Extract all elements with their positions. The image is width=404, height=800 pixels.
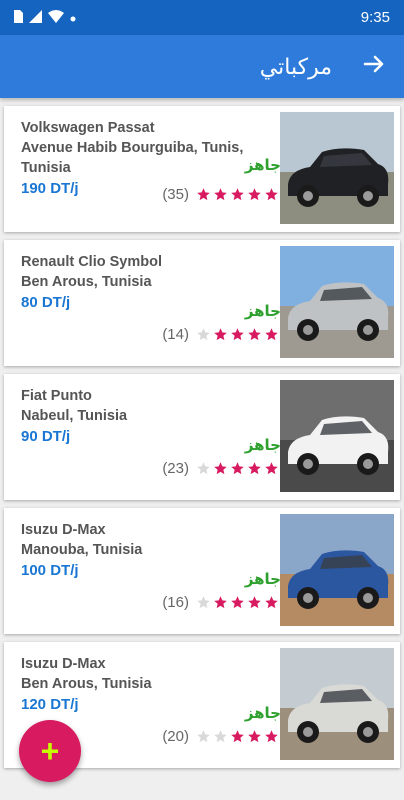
star-icon [196, 729, 211, 744]
review-count: (20) [162, 728, 189, 745]
availability-status: جاهز [244, 437, 281, 454]
review-count: (35) [162, 186, 189, 203]
star-icon [264, 327, 279, 342]
car-location: Manouba, Tunisia [21, 542, 143, 558]
car-location: Ben Arous, Tunisia [21, 274, 152, 290]
arrow-right-icon[interactable] [362, 52, 386, 81]
car-card[interactable]: Renault Clio Symbol Ben Arous, Tunisia 80 … [4, 240, 400, 366]
star-icon [247, 729, 262, 744]
review-count: (23) [162, 460, 189, 477]
star-icon [230, 595, 245, 610]
star-icon [196, 595, 211, 610]
page-title: مركباتي [259, 53, 332, 79]
car-card[interactable]: Volkswagen Passat Avenue Habib Bourguiba,… [4, 106, 400, 232]
rating: (16) [162, 594, 279, 611]
star-icon [264, 187, 279, 202]
review-count: (16) [162, 594, 189, 611]
car-price: 120 DT/j [21, 696, 79, 713]
star-icon [230, 461, 245, 476]
car-photo[interactable] [280, 380, 394, 492]
car-price: 100 DT/j [21, 562, 79, 579]
signal-icon [29, 9, 42, 26]
availability-status: جاهز [244, 705, 281, 722]
star-icon [213, 327, 228, 342]
add-car-button[interactable]: + [19, 720, 81, 782]
star-icon [213, 595, 228, 610]
star-icon [196, 187, 211, 202]
availability-status: جاهز [244, 303, 281, 320]
star-icon [230, 187, 245, 202]
availability-status: جاهز [244, 571, 281, 588]
notification-dot-icon [70, 10, 76, 25]
review-count: (14) [162, 326, 189, 343]
car-photo[interactable] [280, 246, 394, 358]
car-price: 90 DT/j [21, 428, 71, 445]
star-icon [213, 461, 228, 476]
car-card[interactable]: Isuzu D-Max Manouba, Tunisia 100 DT/j جاهز (… [4, 508, 400, 634]
car-photo[interactable] [280, 514, 394, 626]
sim-icon [14, 9, 23, 26]
car-card[interactable]: Fiat Punto Nabeul, Tunisia 90 DT/j جاهز (23) [4, 374, 400, 500]
rating: (23) [162, 460, 279, 477]
wifi-icon [48, 9, 64, 26]
car-name: Isuzu D-Max [21, 656, 106, 672]
car-photo[interactable] [280, 112, 394, 224]
car-list[interactable]: Volkswagen Passat Avenue Habib Bourguiba,… [0, 104, 404, 800]
star-icon [213, 187, 228, 202]
rating: (14) [162, 326, 279, 343]
star-icon [247, 187, 262, 202]
car-name: Isuzu D-Max [21, 522, 106, 538]
star-icon [247, 595, 262, 610]
car-name: Renault Clio Symbol [21, 254, 162, 270]
star-icon [264, 595, 279, 610]
star-icon [196, 327, 211, 342]
car-name: Fiat Punto [21, 388, 92, 404]
status-bar: 9:35 [0, 0, 404, 35]
star-icon [264, 729, 279, 744]
car-info: Isuzu D-Max Ben Arous, Tunisia 120 DT/j [21, 654, 276, 715]
app-bar: مركباتي [0, 35, 404, 98]
car-photo[interactable] [280, 648, 394, 760]
star-icon [196, 461, 211, 476]
star-icon [264, 461, 279, 476]
star-icon [247, 327, 262, 342]
star-icon [247, 461, 262, 476]
bottom-spacer [0, 782, 404, 800]
car-info: Fiat Punto Nabeul, Tunisia 90 DT/j [21, 386, 276, 447]
star-icon [213, 729, 228, 744]
availability-status: جاهز [244, 157, 281, 174]
star-icon [230, 327, 245, 342]
rating: (20) [162, 728, 279, 745]
car-location: Avenue Habib Bourguiba, Tunis, Tunisia [21, 140, 244, 176]
clock: 9:35 [360, 9, 390, 26]
car-location: Ben Arous, Tunisia [21, 676, 152, 692]
car-name: Volkswagen Passat [21, 120, 155, 136]
car-price: 80 DT/j [21, 294, 71, 311]
plus-icon: + [40, 732, 60, 769]
car-location: Nabeul, Tunisia [21, 408, 128, 424]
star-icon [230, 729, 245, 744]
car-info: Isuzu D-Max Manouba, Tunisia 100 DT/j [21, 520, 276, 581]
rating: (35) [162, 186, 279, 203]
car-info: Renault Clio Symbol Ben Arous, Tunisia 80 … [21, 252, 276, 313]
